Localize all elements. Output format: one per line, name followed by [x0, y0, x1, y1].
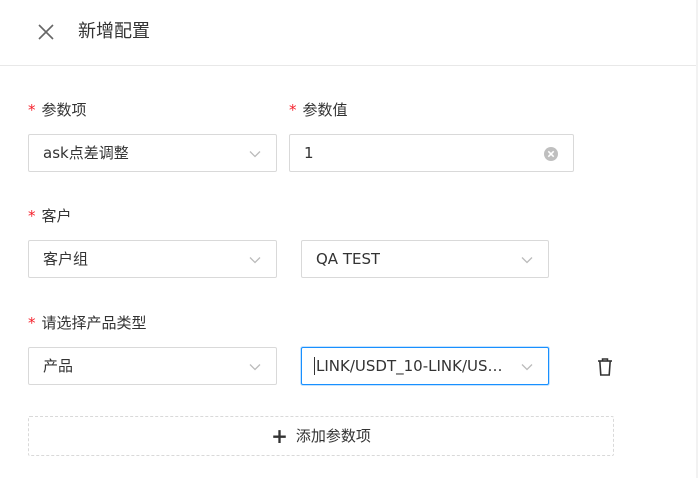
param-item-label-text: 参数项 [41, 101, 87, 119]
customer-name-select[interactable]: QA TEST [301, 240, 549, 278]
text-cursor [314, 356, 315, 375]
modal-title: 新增配置 [78, 21, 150, 42]
customer-type-select[interactable]: 客户组 [28, 240, 277, 278]
plus-icon: + [271, 424, 288, 448]
product-type-label: * 请选择产品类型 [28, 313, 147, 333]
close-icon[interactable] [36, 22, 56, 42]
chevron-down-icon [249, 257, 261, 264]
customer-label-text: 客户 [41, 207, 72, 225]
product-type-label-text: 请选择产品类型 [41, 314, 147, 332]
customer-name-value: QA TEST [316, 250, 381, 268]
param-item-label: * 参数项 [28, 100, 87, 120]
product-type-value: 产品 [43, 357, 74, 375]
required-mark: * [28, 101, 36, 119]
param-value-label: * 参数值 [289, 100, 348, 120]
chevron-down-icon [249, 364, 261, 371]
clear-icon[interactable] [543, 146, 559, 162]
param-value-input[interactable]: 1 [289, 134, 574, 172]
param-value-label-text: 参数值 [302, 101, 348, 119]
param-item-value: ask点差调整 [43, 144, 129, 162]
param-value-text: 1 [304, 144, 314, 162]
add-param-button[interactable]: + 添加参数项 [28, 416, 614, 456]
customer-label: * 客户 [28, 206, 72, 226]
trash-icon[interactable] [596, 357, 614, 377]
product-type-select[interactable]: 产品 [28, 347, 277, 385]
customer-type-value: 客户组 [43, 250, 89, 268]
modal-header: 新增配置 [0, 0, 698, 66]
add-param-label: 添加参数项 [295, 427, 371, 445]
product-name-value: LINK/USDT_10-LINK/USDT_10 [316, 357, 508, 375]
required-mark: * [28, 314, 36, 332]
chevron-down-icon [521, 364, 533, 371]
product-name-select[interactable]: LINK/USDT_10-LINK/USDT_10 [301, 347, 549, 385]
chevron-down-icon [521, 257, 533, 264]
chevron-down-icon [249, 151, 261, 158]
param-item-select[interactable]: ask点差调整 [28, 134, 277, 172]
required-mark: * [289, 101, 297, 119]
required-mark: * [28, 207, 36, 225]
